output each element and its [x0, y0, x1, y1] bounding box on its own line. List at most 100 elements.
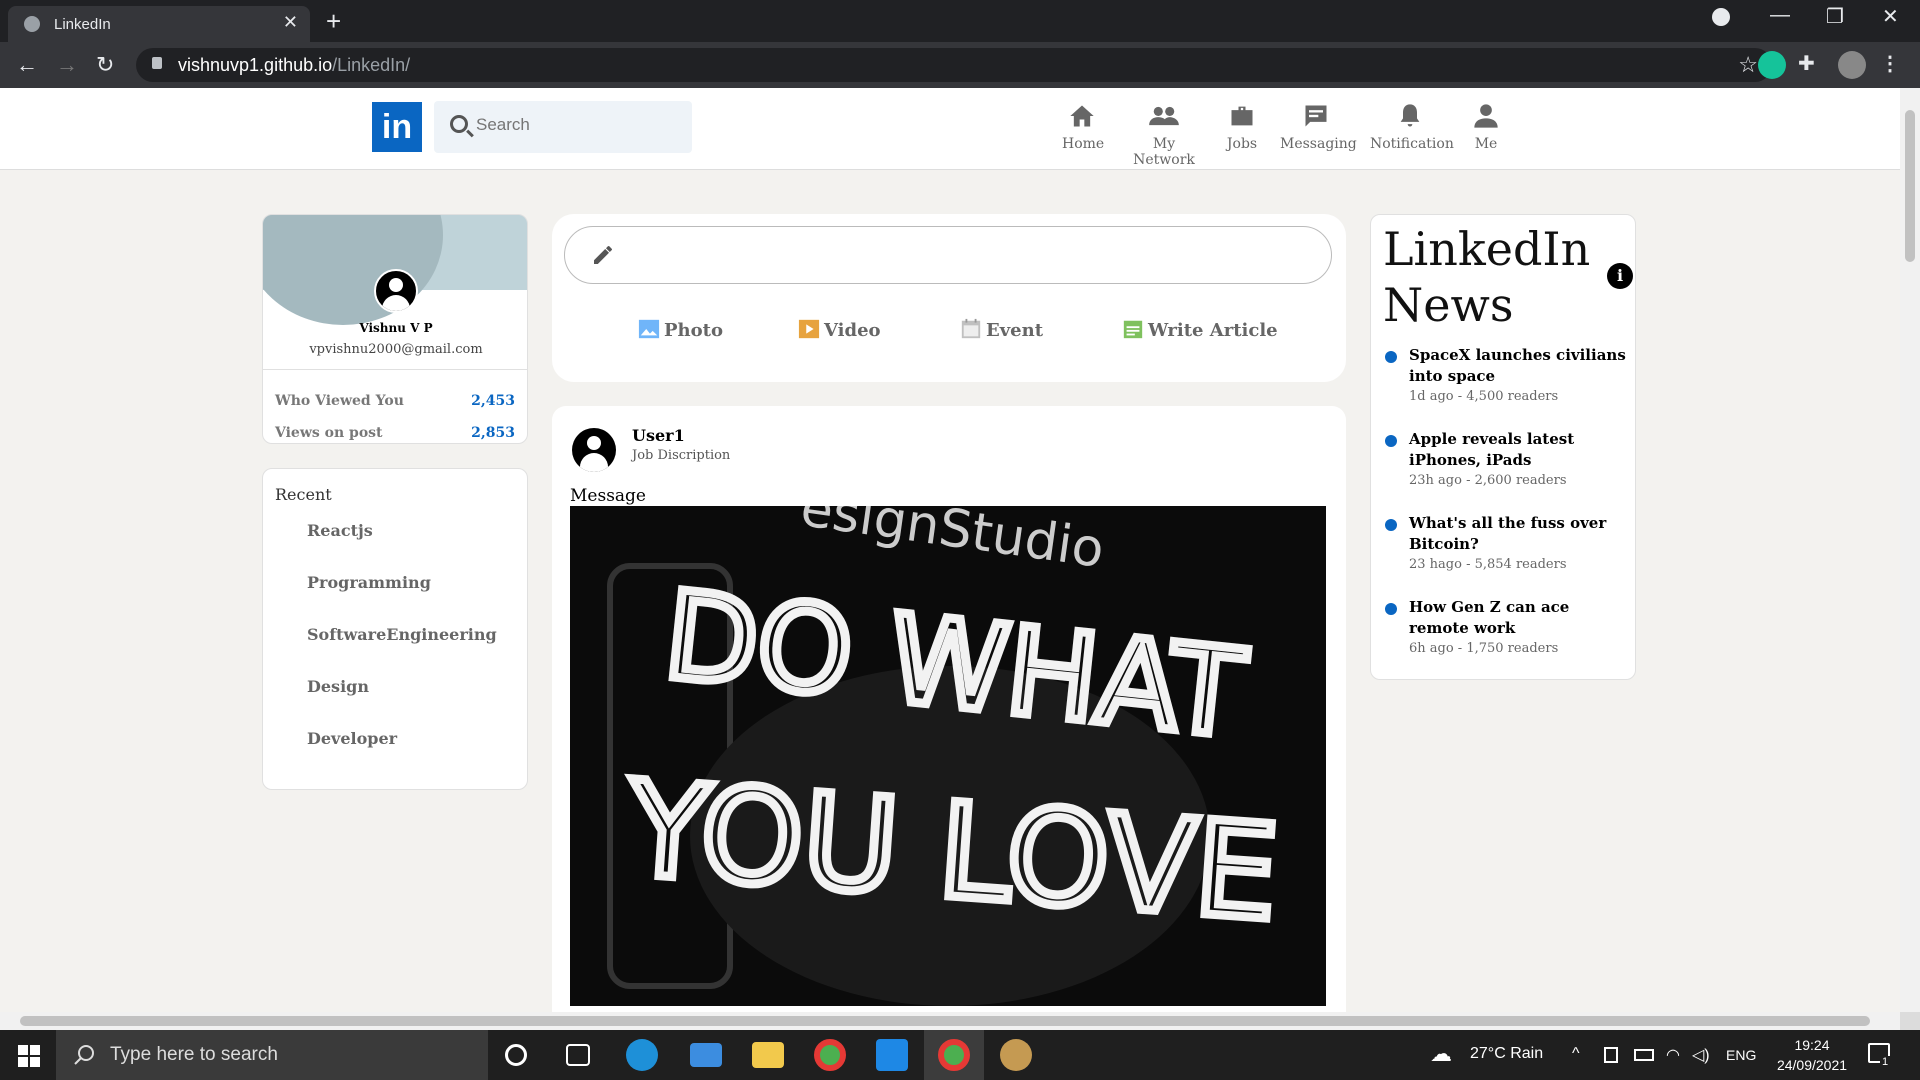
restore-icon[interactable]: ❐	[1826, 4, 1844, 29]
scroll-thumb[interactable]	[1905, 110, 1915, 262]
nav-my-network-label: My Network	[1133, 136, 1195, 168]
tray-chevron-icon[interactable]: ^	[1572, 1045, 1580, 1063]
write-article-label: Write Article	[1148, 320, 1278, 341]
news-meta: 1d ago - 4,500 readers	[1409, 389, 1559, 404]
search-box[interactable]	[434, 101, 692, 153]
language-indicator[interactable]: ENG	[1726, 1047, 1756, 1063]
nav-messaging-label: Messaging	[1280, 136, 1357, 152]
back-icon[interactable]: ←	[16, 52, 38, 78]
recent-item[interactable]: Programming	[307, 573, 431, 592]
nav-me-label: Me	[1474, 136, 1498, 152]
file-explorer-icon[interactable]	[752, 1042, 784, 1068]
nav-messaging[interactable]: Messaging	[1280, 102, 1357, 152]
avatar[interactable]	[374, 269, 418, 313]
nav-notification-label: Notification	[1370, 136, 1454, 152]
volume-icon[interactable]: ◁)	[1692, 1045, 1710, 1065]
mail-icon[interactable]	[690, 1043, 722, 1067]
news-title: LinkedIn News	[1383, 222, 1591, 332]
windows-start-icon[interactable]	[18, 1045, 40, 1067]
divider	[263, 369, 527, 370]
post-image[interactable]: esignStudio DO WHAT YOU LOVE	[570, 506, 1326, 1006]
linkedin-logo[interactable]: in	[372, 102, 422, 152]
recent-item[interactable]: SoftwareEngineering	[307, 625, 497, 644]
nav-home[interactable]: Home	[1062, 102, 1105, 152]
post-author-job: Job Discription	[632, 448, 731, 463]
weather-text[interactable]: 27°C Rain	[1470, 1045, 1543, 1063]
minimize-icon[interactable]: —	[1770, 4, 1790, 27]
nav-my-network[interactable]: My Network	[1122, 102, 1206, 168]
start-post-input[interactable]	[564, 226, 1332, 284]
search-icon	[450, 115, 468, 133]
linkedin-header: in Home My Network Jobs Messaging Notifi…	[0, 88, 1900, 170]
search-input[interactable]	[476, 115, 676, 135]
message-icon	[1305, 105, 1327, 127]
clock[interactable]: 19:24 24/09/2021	[1764, 1035, 1860, 1075]
star-icon[interactable]: ☆	[1738, 52, 1758, 78]
info-icon[interactable]: i	[1607, 263, 1633, 289]
cortana-icon[interactable]	[505, 1044, 527, 1066]
write-article-button[interactable]: Write Article	[1122, 318, 1278, 341]
nav-notification[interactable]: Notification	[1370, 102, 1454, 152]
browser-tab-bar: LinkedIn ✕ + — ❐ ✕	[0, 0, 1920, 42]
scroll-thumb[interactable]	[20, 1016, 1870, 1026]
news-headline: Apple reveals latest iPhones, iPads	[1409, 430, 1575, 469]
extensions-icon[interactable]: ✚	[1798, 51, 1826, 79]
wifi-icon[interactable]: ◠	[1666, 1045, 1680, 1065]
taskbar-search[interactable]: Type here to search	[56, 1030, 488, 1080]
recent-item[interactable]: Design	[307, 677, 369, 696]
vscode-icon[interactable]	[876, 1039, 908, 1071]
tab-title: LinkedIn	[54, 16, 111, 33]
tab-search-icon[interactable]	[1712, 8, 1730, 26]
forward-icon[interactable]: →	[56, 52, 78, 78]
recent-item[interactable]: Reactjs	[307, 521, 373, 540]
vertical-scrollbar[interactable]	[1900, 88, 1920, 1012]
url-path: /LinkedIn/	[332, 55, 411, 75]
avatar[interactable]	[572, 428, 616, 472]
news-headline: What's all the fuss over Bitcoin?	[1409, 514, 1607, 553]
profile-card: Vishnu V P vpvishnu2000@gmail.com Who Vi…	[262, 214, 528, 444]
paint-icon[interactable]	[1000, 1039, 1032, 1071]
recent-card: Recent Reactjs Programming SoftwareEngin…	[262, 468, 528, 790]
chrome-active-icon[interactable]	[938, 1039, 970, 1071]
nav-jobs-label: Jobs	[1226, 136, 1258, 152]
recent-item[interactable]: Developer	[307, 729, 397, 748]
chrome-icon[interactable]	[814, 1039, 846, 1071]
browser-toolbar: ← → ↻ vishnuvp1.github.io/LinkedIn/ ☆ ✚ …	[0, 42, 1920, 88]
browser-tab[interactable]: LinkedIn ✕	[8, 6, 310, 42]
stat-who-viewed[interactable]: Who Viewed You 2,453	[275, 393, 515, 409]
reload-icon[interactable]: ↻	[96, 52, 114, 78]
nav-home-label: Home	[1062, 136, 1105, 152]
url-text: vishnuvp1.github.io/LinkedIn/	[178, 55, 410, 76]
address-bar[interactable]: vishnuvp1.github.io/LinkedIn/ ☆	[136, 48, 1772, 82]
stat-value: 2,453	[471, 393, 515, 409]
stat-label: Who Viewed You	[275, 393, 404, 409]
photo-button[interactable]: Photo	[638, 318, 723, 341]
video-icon	[798, 319, 820, 339]
edge-icon[interactable]	[626, 1039, 658, 1071]
battery-icon[interactable]	[1634, 1049, 1654, 1061]
feed-post: User1 Job Discription Message esignStudi…	[552, 406, 1346, 1012]
event-button[interactable]: Event	[960, 318, 1043, 341]
stat-views-on-post[interactable]: Views on post 2,853	[275, 425, 515, 441]
new-tab-icon[interactable]: +	[326, 6, 341, 37]
photo-label: Photo	[664, 320, 723, 341]
bullet-icon	[1385, 435, 1397, 447]
post-author[interactable]: User1	[632, 426, 685, 445]
notification-count: 1	[1880, 1056, 1891, 1068]
nav-jobs[interactable]: Jobs	[1224, 102, 1260, 152]
nav-me[interactable]: Me	[1470, 102, 1502, 152]
bullet-icon	[1385, 519, 1397, 531]
grammarly-icon[interactable]	[1758, 51, 1786, 79]
menu-icon[interactable]: ⋮	[1880, 51, 1908, 79]
window-close-icon[interactable]: ✕	[1882, 4, 1899, 29]
video-label: Video	[824, 320, 881, 341]
video-button[interactable]: Video	[798, 318, 881, 341]
tab-close-icon[interactable]: ✕	[283, 12, 298, 33]
meet-icon[interactable]	[1604, 1047, 1618, 1063]
globe-icon	[24, 16, 40, 32]
url-host: vishnuvp1.github.io	[178, 55, 333, 75]
horizontal-scrollbar[interactable]	[0, 1012, 1900, 1030]
task-view-icon[interactable]	[566, 1044, 590, 1066]
taskbar-search-placeholder: Type here to search	[110, 1044, 278, 1065]
profile-icon[interactable]	[1838, 51, 1866, 79]
